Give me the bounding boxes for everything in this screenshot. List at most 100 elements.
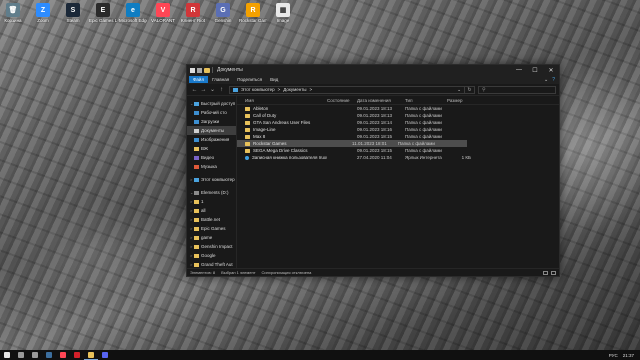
file-type: Папка с файлами bbox=[405, 148, 442, 153]
sidebar-item[interactable]: > Epic Games bbox=[187, 224, 236, 233]
check-icon[interactable] bbox=[197, 67, 202, 73]
language-indicator[interactable]: РУС bbox=[609, 353, 618, 358]
column-name[interactable]: Имя bbox=[237, 98, 327, 103]
file-row[interactable]: Rockstar Games 11.01.2023 18:01 Папка с … bbox=[237, 140, 467, 147]
folder-icon bbox=[194, 217, 199, 222]
column-headers: Имя Состояние Дата изменения Тип Размер bbox=[237, 96, 559, 105]
recent-locations-button[interactable]: ⌄ bbox=[208, 86, 217, 93]
sidebar-item-label: Elements (D:) bbox=[201, 190, 229, 195]
desktop-icon[interactable]: e Microsoft Edge bbox=[119, 0, 147, 28]
file-row[interactable]: Call of Duty 09.01.2023 18:13 Папка с фа… bbox=[237, 112, 559, 119]
details-view-icon[interactable] bbox=[543, 270, 548, 275]
chevron-down-icon[interactable]: ⌄ bbox=[544, 77, 548, 83]
address-field[interactable]: Этот компьютер > Документы > ⌄ bbox=[229, 85, 465, 94]
app-icon: ▦ bbox=[276, 3, 290, 17]
sidebar-item[interactable]: Загрузки bbox=[187, 117, 236, 126]
search-icon: ⚲ bbox=[482, 86, 486, 93]
app-icon: E bbox=[96, 3, 110, 17]
taskbar-task-view-button[interactable] bbox=[28, 350, 42, 360]
breadcrumb-this-pc[interactable]: Этот компьютер bbox=[241, 87, 275, 92]
close-button[interactable]: ✕ bbox=[543, 65, 559, 75]
desktop-icon[interactable]: S Steam bbox=[60, 0, 86, 28]
taskbar-opera-button[interactable] bbox=[70, 350, 84, 360]
taskbar-explorer-button[interactable] bbox=[84, 350, 98, 360]
sidebar-item[interactable]: > Этот компьютер bbox=[187, 175, 236, 184]
tiles-view-icon[interactable] bbox=[551, 270, 556, 275]
sidebar-item[interactable]: Рабочий сто bbox=[187, 108, 236, 117]
taskbar-discord-button[interactable] bbox=[98, 350, 112, 360]
explorer-window: Документы — ☐ ✕ Файл Главная Поделиться … bbox=[186, 64, 560, 277]
desktop-icon[interactable]: R Клиент Riot bbox=[180, 0, 206, 28]
taskbar-search-button[interactable] bbox=[14, 350, 28, 360]
desktop-icon[interactable]: 🗑 Корзина bbox=[0, 0, 26, 28]
desktop-icon[interactable]: V VALORANT bbox=[150, 0, 176, 28]
title-bar[interactable]: Документы — ☐ ✕ bbox=[187, 65, 559, 75]
taskbar-valorant-button[interactable] bbox=[56, 350, 70, 360]
desktop-icon[interactable]: E Epic Games Launcher bbox=[89, 0, 117, 28]
address-dropdown-icon[interactable]: ⌄ bbox=[457, 87, 461, 93]
file-row[interactable]: Ableton 09.01.2023 18:13 Папка с файлами bbox=[237, 105, 559, 112]
maximize-button[interactable]: ☐ bbox=[527, 65, 543, 75]
file-date: 27.04.2020 11:04 bbox=[357, 155, 392, 160]
taskbar-steam-button[interactable] bbox=[42, 350, 56, 360]
breadcrumb-documents[interactable]: Документы bbox=[283, 87, 306, 92]
refresh-button[interactable]: ↻ bbox=[465, 85, 475, 94]
sidebar-item-label: Genshin Impact bbox=[201, 244, 233, 249]
file-name: SEGA Mega Drive Classics bbox=[253, 148, 308, 153]
folder-icon bbox=[194, 253, 199, 258]
opera-icon bbox=[74, 352, 80, 358]
column-type[interactable]: Тип bbox=[405, 98, 447, 103]
sidebar-item[interactable]: > 1 bbox=[187, 197, 236, 206]
sidebar-item[interactable]: > Google bbox=[187, 251, 236, 260]
desktop-icon[interactable]: Z Zoom bbox=[30, 0, 56, 28]
sidebar-item[interactable]: > Battle.net bbox=[187, 215, 236, 224]
sidebar-item[interactable]: Видео bbox=[187, 153, 236, 162]
app-icon: R bbox=[186, 3, 200, 17]
file-row[interactable]: Записная книжка пользователя Iruxs 27.04… bbox=[237, 154, 559, 161]
forward-button[interactable]: → bbox=[199, 87, 208, 93]
file-row[interactable]: Image-Line 09.01.2023 18:16 Папка с файл… bbox=[237, 126, 559, 133]
clock[interactable]: 21:37 bbox=[623, 353, 634, 358]
desktop-icon[interactable]: ▦ Image bbox=[270, 0, 296, 28]
desktop-icon-label: Epic Games Launcher bbox=[89, 18, 117, 23]
desktop-icon[interactable]: R Rockstar Games bbox=[239, 0, 267, 28]
sidebar-item[interactable]: Документы bbox=[187, 126, 236, 135]
sidebar-item[interactable]: > all bbox=[187, 206, 236, 215]
up-button[interactable]: ↑ bbox=[217, 87, 226, 93]
status-selected: Выбран 1 элемент bbox=[221, 270, 256, 275]
file-name: Call of Duty bbox=[253, 113, 277, 118]
sidebar-item[interactable]: ВЖ bbox=[187, 144, 236, 153]
system-tray: РУС 21:37 bbox=[604, 353, 640, 358]
tab-home[interactable]: Главная bbox=[208, 76, 233, 83]
help-icon[interactable]: ? bbox=[552, 77, 555, 83]
breadcrumb-separator[interactable]: > bbox=[310, 87, 313, 92]
sidebar-item[interactable]: > game bbox=[187, 233, 236, 242]
file-row[interactable]: GTA San Andreas User Files 09.01.2023 18… bbox=[237, 119, 559, 126]
sidebar-item-label: Изображения bbox=[201, 137, 230, 142]
sidebar-item[interactable]: Изображения bbox=[187, 135, 236, 144]
minimize-button[interactable]: — bbox=[511, 65, 527, 75]
sidebar-item[interactable]: ⌄ Быстрый доступ bbox=[187, 99, 236, 108]
file-row[interactable]: Max 8 09.01.2023 18:15 Папка с файлами bbox=[237, 133, 559, 140]
tab-share[interactable]: Поделиться bbox=[233, 76, 266, 83]
sidebar-item[interactable]: > Grand Theft Aut bbox=[187, 260, 236, 268]
folder-icon bbox=[194, 119, 199, 124]
column-status[interactable]: Состояние bbox=[327, 98, 357, 103]
desktop-icon[interactable]: G Genshin bbox=[210, 0, 236, 28]
back-button[interactable]: ← bbox=[190, 87, 199, 93]
file-row[interactable]: SEGA Mega Drive Classics 09.01.2023 18:1… bbox=[237, 147, 559, 154]
sidebar-item[interactable]: ⌄ Elements (D:) bbox=[187, 188, 236, 197]
taskbar-start-button[interactable] bbox=[0, 350, 14, 360]
sidebar-item[interactable]: Музыка bbox=[187, 162, 236, 171]
sidebar-item-label: Google bbox=[201, 253, 216, 258]
sidebar-item-label: all bbox=[201, 208, 206, 213]
tab-file[interactable]: Файл bbox=[189, 76, 209, 83]
file-type: Папка с файлами bbox=[405, 113, 442, 118]
search-input[interactable]: ⚲ bbox=[478, 85, 556, 94]
explorer-icon bbox=[88, 351, 94, 358]
sidebar-item[interactable]: > Genshin Impact bbox=[187, 242, 236, 251]
breadcrumb-separator[interactable]: > bbox=[278, 87, 281, 92]
column-size[interactable]: Размер bbox=[447, 98, 477, 103]
tab-view[interactable]: Вид bbox=[266, 76, 282, 83]
column-date[interactable]: Дата изменения bbox=[357, 98, 405, 103]
